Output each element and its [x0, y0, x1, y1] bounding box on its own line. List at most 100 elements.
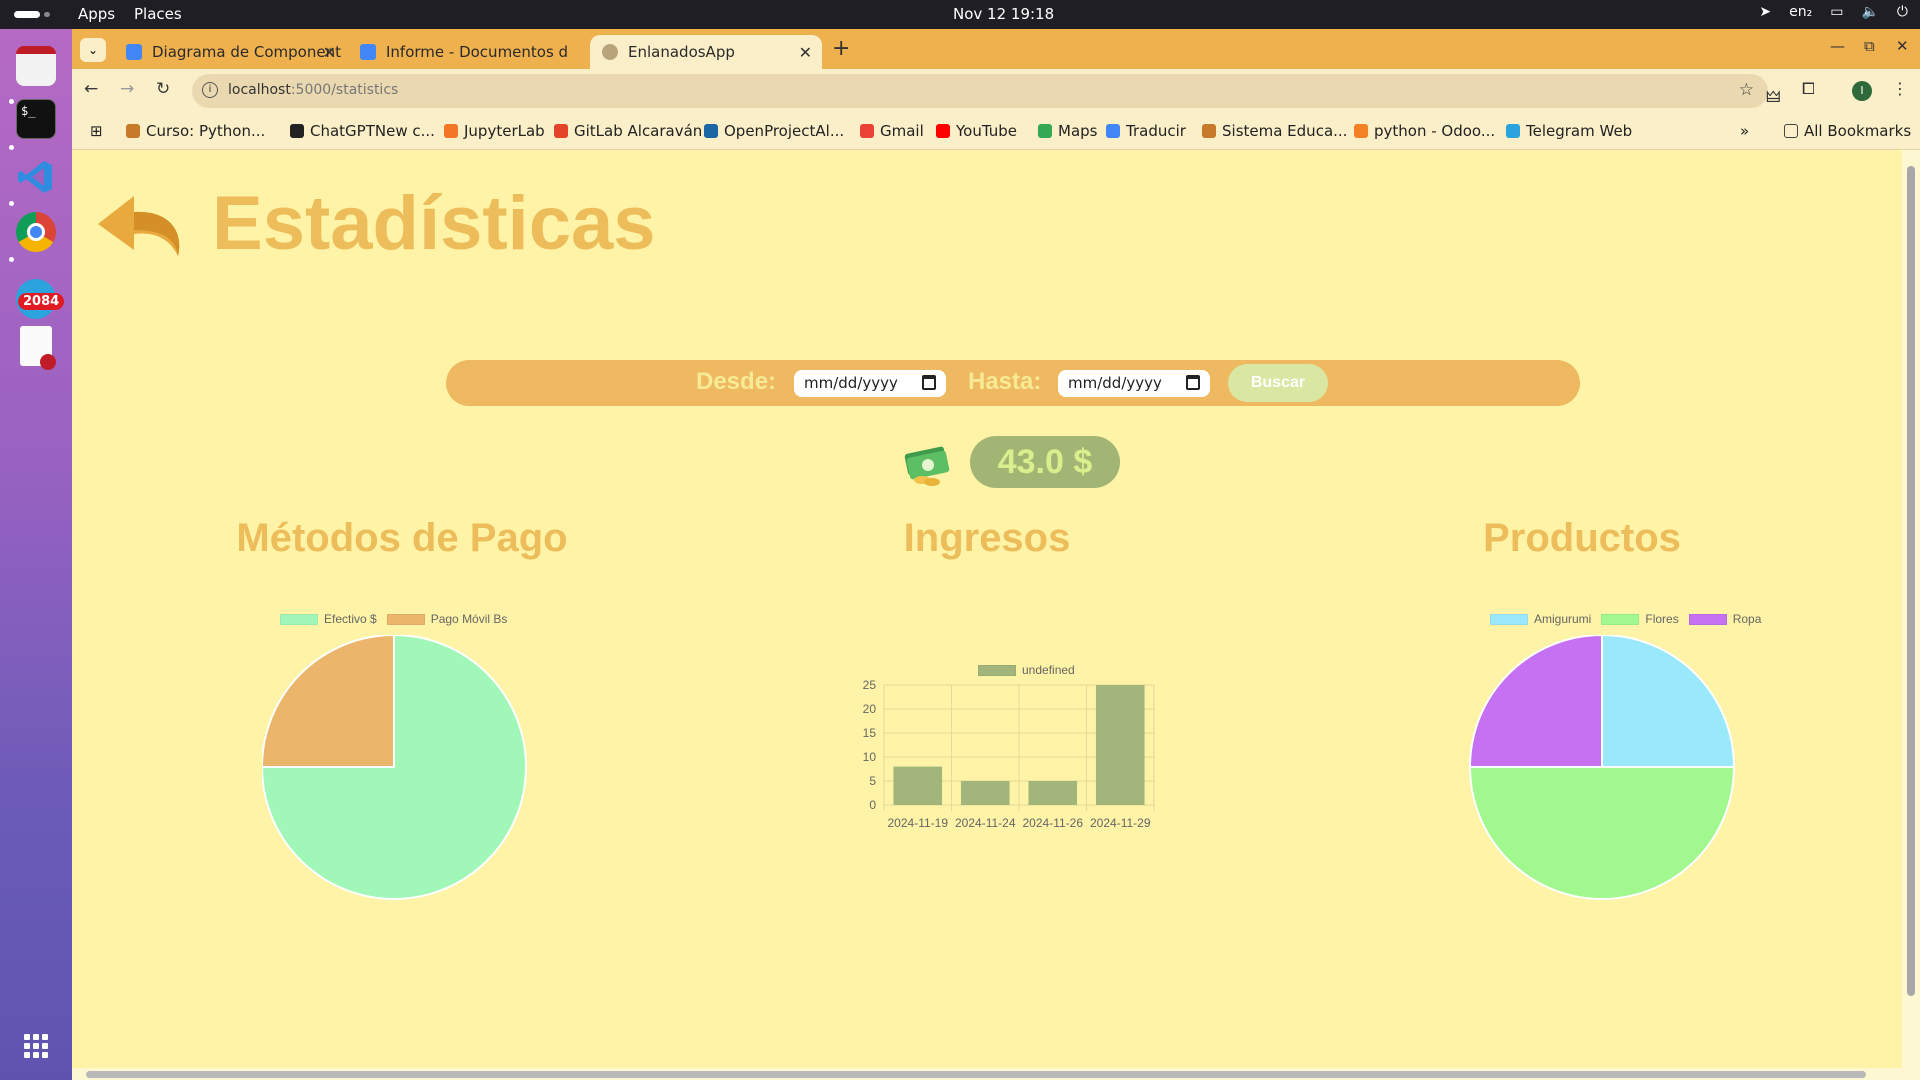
date-filter-bar: Desde: mm/dd/yyyy Hasta: mm/dd/yyyy Busc… — [446, 360, 1580, 406]
clock[interactable]: Nov 12 19:18 — [953, 5, 1054, 23]
site-info-icon[interactable]: i — [202, 82, 218, 98]
activities-button[interactable] — [14, 11, 50, 18]
tab-diagrama[interactable]: Diagrama de Component ✕ — [114, 35, 346, 69]
text-editor-icon[interactable] — [20, 326, 56, 370]
telegram-tray-icon[interactable]: ➤ — [1759, 4, 1771, 20]
legend-item[interactable]: Pago Móvil Bs — [386, 612, 507, 626]
system-tray[interactable]: ➤ en₂ ▭ 🔈 ⏻ — [1759, 4, 1908, 20]
legend-item[interactable]: Amigurumi — [1490, 612, 1591, 626]
scrollbar-thumb[interactable] — [86, 1071, 1866, 1078]
bookmark-item[interactable]: Telegram Web — [1506, 122, 1632, 140]
income-title: Ingresos — [903, 516, 1071, 560]
bookmark-label: Curso: Python... — [146, 122, 266, 140]
browser-window: ⌄ Diagrama de Component ✕ Informe - Docu… — [72, 29, 1920, 150]
files-icon[interactable] — [16, 46, 56, 86]
y-tick-label: 20 — [863, 702, 877, 716]
payment-legend[interactable]: Efectivo $ Pago Móvil Bs — [280, 612, 507, 626]
calendar-icon[interactable] — [922, 375, 936, 390]
minimize-icon[interactable]: — — [1830, 37, 1845, 55]
forward-icon[interactable]: → — [120, 79, 134, 99]
power-icon[interactable]: ⏻ — [1897, 4, 1908, 20]
bookmark-item[interactable]: OpenProjectAl... — [704, 122, 844, 140]
pie-slice[interactable] — [1468, 766, 1736, 900]
bookmark-item[interactable]: python - Odoo... — [1354, 122, 1495, 140]
all-bookmarks-folder[interactable]: All Bookmarks — [1784, 122, 1911, 140]
more-menu-icon[interactable]: ⋮ — [1892, 79, 1908, 98]
terminal-icon[interactable]: $_ — [16, 99, 56, 139]
language-indicator[interactable]: en₂ — [1789, 4, 1812, 20]
yarn-icon — [602, 44, 618, 60]
page-title: Estadísticas — [212, 181, 656, 266]
pie-slice[interactable] — [1601, 635, 1736, 768]
extensions-puzzle-icon[interactable]: ⧠ — [1802, 79, 1815, 99]
more-bookmarks-icon[interactable]: » — [1740, 122, 1749, 140]
horizontal-scrollbar[interactable] — [72, 1068, 1920, 1080]
vscode-icon[interactable] — [16, 157, 56, 197]
profile-avatar[interactable]: I — [1852, 81, 1872, 101]
tab-enlanadosapp[interactable]: EnlanadosApp ✕ — [590, 35, 822, 69]
hasta-date-input[interactable]: mm/dd/yyyy — [1058, 370, 1210, 397]
bookmark-item[interactable]: Curso: Python... — [126, 122, 265, 140]
products-legend[interactable]: Amigurumi Flores Ropa — [1490, 612, 1761, 626]
legend-swatch — [978, 664, 1016, 676]
legend-swatch — [1490, 613, 1528, 625]
bookmark-item[interactable]: Maps — [1038, 122, 1097, 140]
volume-icon[interactable]: 🔈 — [1861, 4, 1878, 20]
apps-grid-icon[interactable]: ⊞ — [90, 122, 103, 140]
new-tab-button[interactable]: + — [832, 36, 850, 61]
payment-methods-title: Métodos de Pago — [236, 516, 568, 560]
calendar-icon[interactable] — [1186, 375, 1200, 390]
bookmark-item[interactable]: GitLab Alcaraván — [554, 122, 702, 140]
reload-icon[interactable]: ↻ — [156, 79, 170, 99]
scrollbar-thumb[interactable] — [1907, 166, 1915, 996]
y-tick-label: 5 — [869, 774, 876, 788]
legend-swatch — [1688, 613, 1727, 625]
pie-slice[interactable] — [1468, 635, 1603, 768]
back-arrow-icon[interactable] — [94, 190, 190, 262]
products-pie-chart[interactable] — [1462, 635, 1742, 915]
system-top-bar: Apps Places Nov 12 19:18 ➤ en₂ ▭ 🔈 ⏻ — [0, 0, 1920, 29]
apps-menu[interactable]: Apps — [78, 5, 115, 23]
bookmark-item[interactable]: YouTube — [936, 122, 1017, 140]
income-bar-chart[interactable]: 0 5 10 15 20 25 2024-11-19 2024-11-24 2024-11-26… — [852, 675, 1182, 835]
bookmark-favicon-icon — [1506, 124, 1520, 138]
bookmark-item[interactable]: JupyterLab — [444, 122, 545, 140]
bookmark-item[interactable]: Sistema Educa... — [1202, 122, 1347, 140]
bookmark-item[interactable]: ChatGPTNew c... — [290, 122, 435, 140]
running-indicator — [9, 201, 14, 206]
buscar-button[interactable]: Buscar — [1228, 364, 1328, 402]
bar[interactable] — [893, 766, 943, 805]
desde-date-input[interactable]: mm/dd/yyyy — [794, 370, 946, 397]
tab-title: Informe - Documentos d — [386, 43, 569, 61]
url-host: localhost — [228, 82, 291, 98]
bar[interactable] — [1095, 685, 1145, 805]
close-tab-icon[interactable]: ✕ — [799, 43, 812, 62]
extension-icon[interactable]: 🜲 — [1766, 79, 1781, 112]
legend-item[interactable]: Efectivo $ — [280, 612, 377, 626]
bookmark-favicon-icon — [936, 124, 950, 138]
bookmark-item[interactable]: Gmail — [860, 122, 924, 140]
chrome-icon[interactable] — [16, 212, 56, 252]
address-bar[interactable]: i localhost:5000/statistics ☆ — [192, 74, 1768, 108]
screen-icon[interactable]: ▭ — [1830, 4, 1843, 20]
bookmarks-bar: ⊞ » All Bookmarks Curso: Python... ChatGP… — [72, 113, 1920, 150]
close-tab-icon[interactable]: ✕ — [323, 43, 336, 62]
bookmark-star-icon[interactable]: ☆ — [1739, 80, 1754, 100]
url-text[interactable]: localhost:5000/statistics — [228, 82, 398, 98]
payment-methods-pie-chart[interactable] — [262, 635, 542, 915]
bar[interactable] — [1028, 781, 1078, 805]
back-icon[interactable]: ← — [84, 79, 98, 99]
legend-item[interactable]: Ropa — [1688, 612, 1761, 626]
bookmark-label: Sistema Educa... — [1222, 122, 1348, 140]
vertical-scrollbar[interactable] — [1902, 150, 1920, 1068]
show-apps-icon[interactable] — [24, 1034, 48, 1058]
close-window-icon[interactable]: ✕ — [1896, 37, 1909, 55]
bookmark-favicon-icon — [1202, 124, 1216, 138]
tab-search-button[interactable]: ⌄ — [80, 38, 106, 62]
bar[interactable] — [960, 781, 1010, 805]
legend-item[interactable]: Flores — [1601, 612, 1679, 626]
bookmark-item[interactable]: Traducir — [1106, 122, 1186, 140]
pie-slice[interactable] — [262, 635, 395, 768]
restore-icon[interactable]: ⧉ — [1864, 37, 1875, 55]
places-menu[interactable]: Places — [134, 5, 182, 23]
